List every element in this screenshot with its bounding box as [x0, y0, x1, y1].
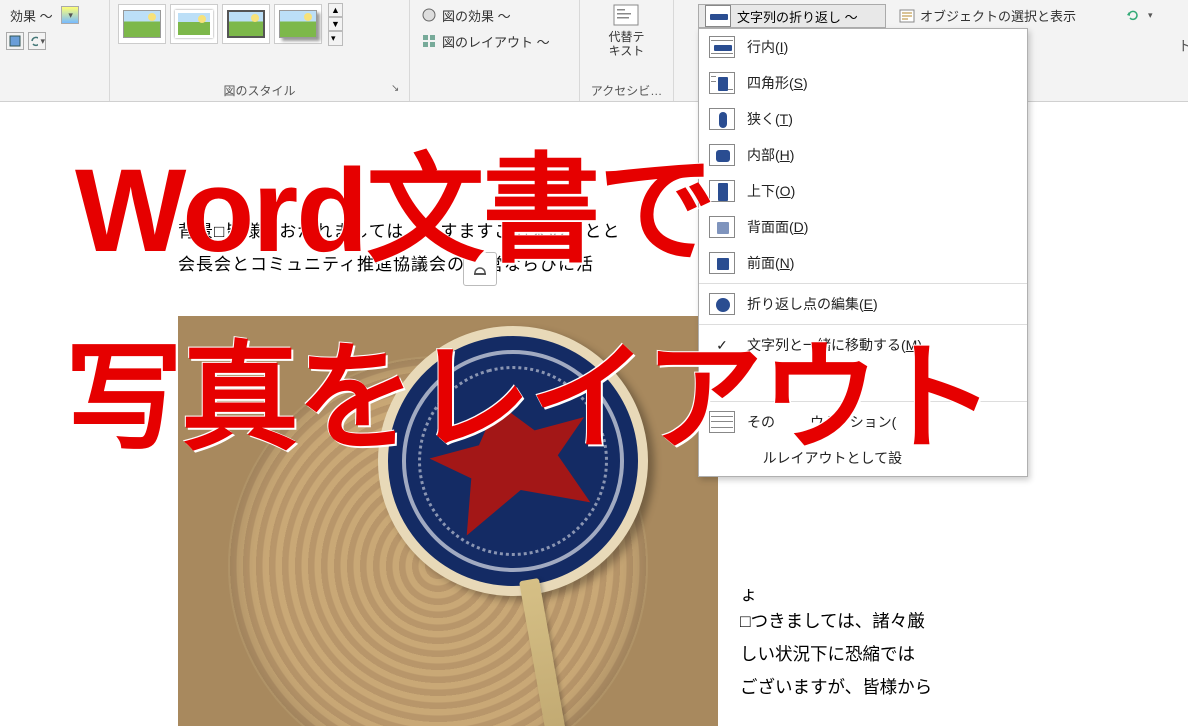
layout-icon: [420, 32, 438, 50]
ribbon-overflow[interactable]: ト: [1178, 36, 1188, 56]
wrap-tight-label: 狭く(T): [747, 109, 793, 129]
styles-group-label: 図のスタイル: [116, 80, 403, 101]
doc-right-1: □つきましては、諸々厳: [740, 605, 925, 637]
alt-text-icon: [612, 4, 640, 26]
recolor-icon[interactable]: ▾: [61, 6, 79, 24]
style-thumb-1[interactable]: [118, 4, 166, 44]
wrap-topbottom-item[interactable]: 上下(O): [699, 173, 1027, 209]
styles-scroll-up[interactable]: ▲: [328, 3, 343, 17]
doc-right-3: ございますが、皆様から: [740, 671, 932, 703]
selection-pane-icon: [898, 7, 916, 25]
ribbon-group-alttext: 代替テ キスト アクセシビ…: [580, 0, 674, 101]
rotate-icon: [1124, 6, 1142, 24]
wrap-square-item[interactable]: 四角形(S): [699, 65, 1027, 101]
picture-layout-button[interactable]: 図のレイアウト ～: [416, 30, 554, 53]
wrap-text-label: 文字列の折り返し ～: [737, 7, 858, 26]
wrap-tight-item[interactable]: 狭く(T): [699, 101, 1027, 137]
picture-layout-label: 図のレイアウト ～: [442, 32, 550, 51]
wrap-inline-label: 行内(I): [747, 37, 788, 57]
ribbon-group-picture-options: 図の効果 ～ 図のレイアウト ～: [410, 0, 580, 101]
selection-pane-label: オブジェクトの選択と表示: [920, 6, 1076, 25]
overlay-title-line2: 写真をレイアウト: [65, 340, 993, 458]
compress-icon[interactable]: [6, 32, 24, 50]
wrap-square-label: 四角形(S): [747, 73, 808, 93]
wrap-inline-icon: [709, 36, 735, 58]
wrap-square-icon: [709, 72, 735, 94]
picture-effects-button[interactable]: 図の効果 ～: [416, 4, 515, 27]
style-thumb-2[interactable]: [170, 4, 218, 44]
rotate-button[interactable]: ▾: [1124, 6, 1153, 24]
edit-wrap-label: 折り返し点の編集(E): [747, 294, 878, 314]
style-thumb-3[interactable]: [222, 4, 270, 44]
overlay-title-line1: Word文書で: [75, 152, 714, 270]
accessibility-label: アクセシビ…: [591, 80, 662, 101]
wrap-behind-item[interactable]: 背面面(D): [699, 209, 1027, 245]
ribbon-group-adjust: 効果 ～ ▾ ▾: [0, 0, 110, 101]
styles-scroll-down[interactable]: ▼: [328, 17, 343, 31]
wrap-topbottom-label: 上下(O): [747, 181, 795, 201]
selection-pane-button[interactable]: オブジェクトの選択と表示: [898, 6, 1076, 25]
ribbon-group-styles: ▲ ▼ ▾ 図のスタイル ↘: [110, 0, 410, 101]
alt-text-label: 代替テ キスト: [608, 30, 644, 59]
wrap-front-label: 前面(N): [747, 253, 794, 273]
style-thumb-4[interactable]: [274, 4, 322, 44]
effects-label: 効果 ～: [10, 6, 53, 25]
wrap-through-item[interactable]: 内部(H): [699, 137, 1027, 173]
styles-dialog-launcher[interactable]: ↘: [391, 83, 405, 97]
wrap-icon: [705, 5, 731, 27]
wrap-through-label: 内部(H): [747, 145, 794, 165]
wrap-inline-item[interactable]: 行内(I): [699, 29, 1027, 65]
wrap-tight-icon: [709, 108, 735, 130]
effects-icon: [420, 6, 438, 24]
effects-button[interactable]: 効果 ～: [6, 4, 57, 27]
styles-more[interactable]: ▾: [328, 31, 343, 46]
reset-icon[interactable]: ▾: [28, 32, 46, 50]
doc-right-2: しい状況下に恐縮では: [740, 638, 915, 670]
picture-effects-label: 図の効果 ～: [442, 6, 511, 25]
edit-wrap-icon: [709, 293, 735, 315]
wrap-front-item[interactable]: 前面(N): [699, 245, 1027, 281]
wrap-behind-label: 背面面(D): [747, 217, 808, 237]
wrap-text-toggle[interactable]: 文字列の折り返し ～: [698, 4, 886, 28]
alt-text-button[interactable]: 代替テ キスト: [604, 2, 648, 58]
edit-wrap-points-item[interactable]: 折り返し点の編集(E): [699, 286, 1027, 322]
